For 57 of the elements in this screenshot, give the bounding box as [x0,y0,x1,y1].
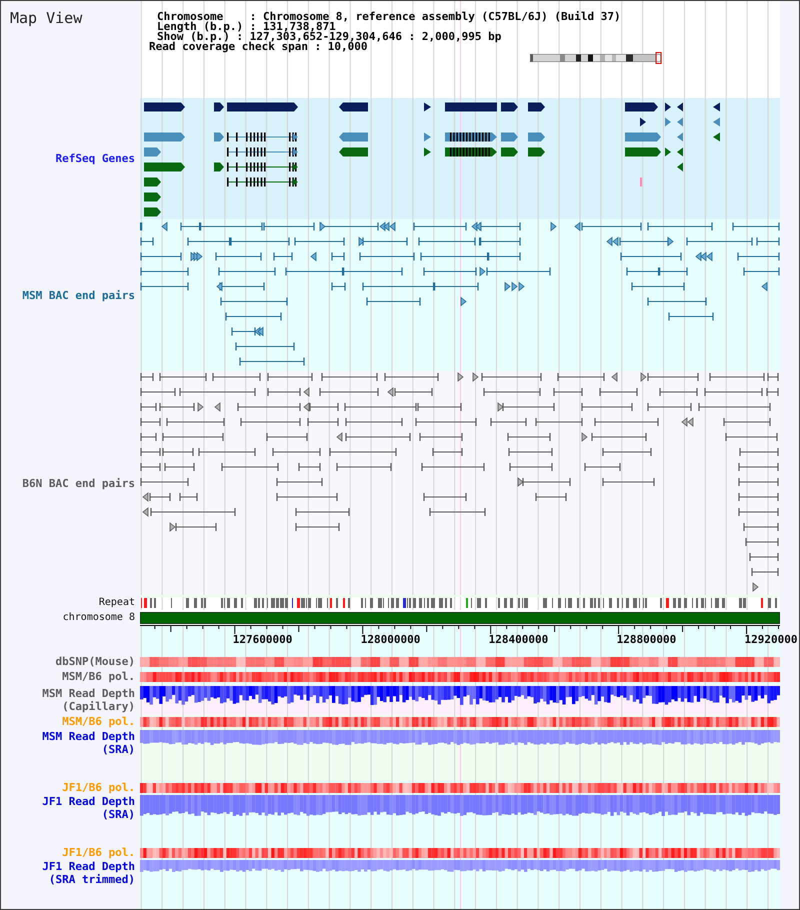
gene-model [625,102,658,112]
info-line: Read coverage check span : 10,000 [149,42,368,52]
gene-model [214,132,224,142]
track-label: Repeat [98,596,135,608]
gene-model [144,102,185,112]
gene-model [640,118,646,126]
gene-model [445,132,497,142]
axis-label: 12920000 [744,634,798,645]
track-label: B6N BAC end pairs [22,476,135,490]
track-label: JF1 Read Depth (SRA trimmed) [41,860,135,886]
track-label: MSM/B6 pol. [62,715,135,728]
gene-model [528,132,545,142]
gene-model [226,162,298,172]
axis-label: 127600000 [232,634,292,645]
gene-model [214,162,224,172]
gene-model [501,102,518,112]
gene-model [214,102,224,112]
gene-model [144,208,161,216]
track-label: chromosome 8 [62,612,135,624]
view-title: Map View [10,9,82,27]
gene-model [445,148,497,156]
gene-model [424,102,431,112]
gene-model [144,132,185,142]
gene-model [144,148,161,156]
gene-model [226,132,298,142]
axis-label: 128000000 [360,634,420,645]
gene-model [445,102,497,112]
track-label: MSM BAC end pairs [22,288,135,302]
track-label: MSM Read Depth (Capillary) [41,687,135,713]
gene-model [226,148,298,156]
axis-label: 128400000 [488,634,548,645]
gene-model [625,132,661,142]
gene-model [339,132,368,142]
gene-model [144,192,161,202]
gene-model [226,178,298,186]
gene-model [501,148,518,156]
gene-model [227,102,298,112]
track-label: MSM/B6 pol. [62,670,135,683]
gene-model [501,132,518,142]
region-marker [656,52,662,64]
gene-model [144,162,185,172]
track-label: MSM Read Depth (SRA) [41,730,135,756]
gene-model [528,102,545,112]
gene-model [528,148,545,156]
gene-model [339,102,368,112]
gene-model [144,178,161,186]
gene-model [625,148,661,156]
track-label: JF1/B6 pol. [62,781,135,794]
track-label: RefSeq Genes [56,152,135,165]
info-line: Show (b.p.) : 127,303,652-129,304,646 : 2,000,995 bp [157,32,502,42]
axis-label: 128800000 [616,634,676,645]
track-label: dbSNP(Mouse) [56,655,135,668]
info-line: Length (b.p.) : 131,738,871 [157,22,336,32]
gene-model [339,148,368,156]
track-label: JF1/B6 pol. [62,846,135,859]
info-line: Chromosome : Chromosome 8, reference assembly (C57BL/6J) (Build 37) [157,12,621,22]
track-label: JF1 Read Depth (SRA) [41,795,135,821]
